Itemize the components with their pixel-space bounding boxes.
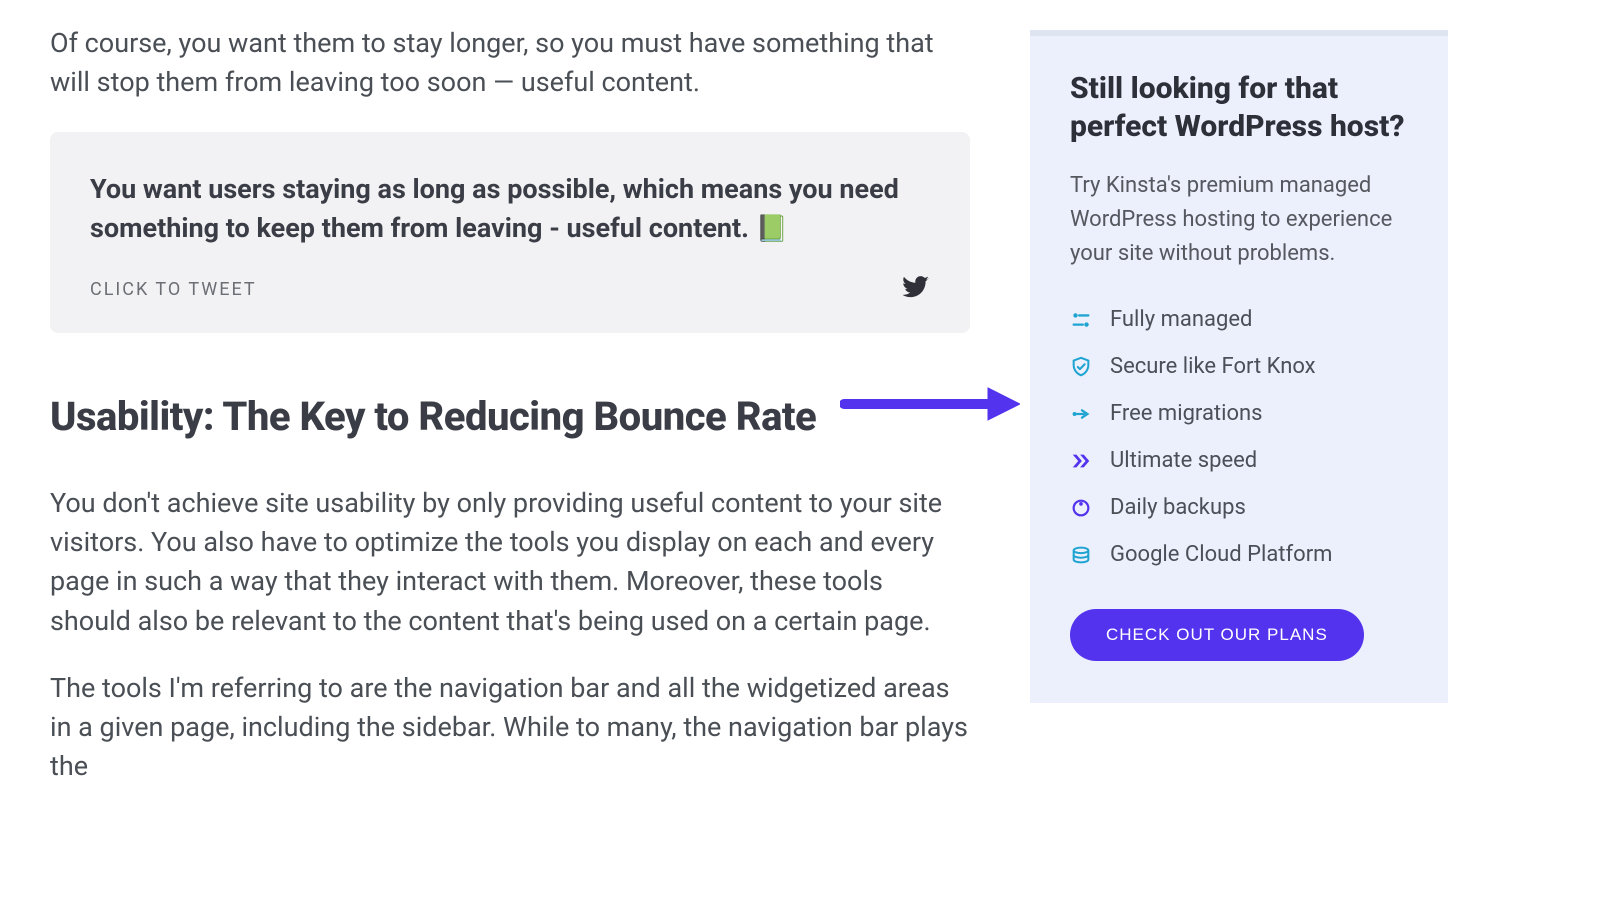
speed-icon xyxy=(1070,450,1092,472)
body-paragraph-2: The tools I'm referring to are the navig… xyxy=(50,669,970,786)
feature-label: Daily backups xyxy=(1110,495,1246,520)
promo-title: Still looking for that perfect WordPress… xyxy=(1070,70,1408,145)
feature-item-migrations: Free migrations xyxy=(1070,401,1408,426)
migrate-icon xyxy=(1070,403,1092,425)
feature-label: Secure like Fort Knox xyxy=(1110,354,1316,379)
body-paragraph-1: You don't achieve site usability by only… xyxy=(50,484,970,641)
tweet-quote: You want users staying as long as possib… xyxy=(90,170,930,249)
promo-description: Try Kinsta's premium managed WordPress h… xyxy=(1070,169,1408,271)
feature-label: Google Cloud Platform xyxy=(1110,542,1332,567)
shield-icon xyxy=(1070,356,1092,378)
feature-label: Ultimate speed xyxy=(1110,448,1257,473)
feature-item-backups: Daily backups xyxy=(1070,495,1408,520)
click-to-tweet-box[interactable]: You want users staying as long as possib… xyxy=(50,132,970,333)
book-icon: 📗 xyxy=(756,214,788,244)
feature-item-gcp: Google Cloud Platform xyxy=(1070,542,1408,567)
twitter-icon[interactable] xyxy=(902,273,930,305)
feature-item-speed: Ultimate speed xyxy=(1070,448,1408,473)
backup-icon xyxy=(1070,497,1092,519)
click-to-tweet-label[interactable]: CLICK TO TWEET xyxy=(90,279,257,300)
promo-card: Still looking for that perfect WordPress… xyxy=(1030,30,1448,703)
cloud-icon xyxy=(1070,544,1092,566)
annotation-arrow-icon xyxy=(840,384,1020,424)
section-heading-usability: Usability: The Key to Reducing Bounce Ra… xyxy=(50,393,970,440)
feature-list: Fully managed Secure like Fort Knox xyxy=(1070,307,1408,567)
feature-item-secure: Secure like Fort Knox xyxy=(1070,354,1408,379)
feature-item-managed: Fully managed xyxy=(1070,307,1408,332)
check-plans-button[interactable]: CHECK OUT OUR PLANS xyxy=(1070,609,1364,661)
sliders-icon xyxy=(1070,309,1092,331)
intro-paragraph: Of course, you want them to stay longer,… xyxy=(50,24,970,102)
feature-label: Fully managed xyxy=(1110,307,1252,332)
feature-label: Free migrations xyxy=(1110,401,1263,426)
